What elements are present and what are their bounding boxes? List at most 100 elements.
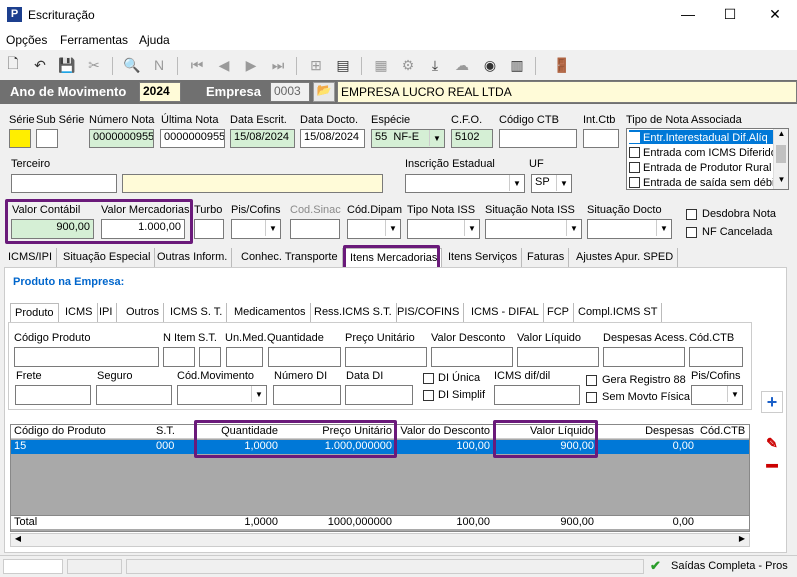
folder-icon[interactable]: 📂 [313, 82, 335, 102]
tab-ajustes-sped[interactable]: Ajustes Apur. SPED [572, 248, 679, 268]
chevron-down-icon[interactable]: ▼ [265, 220, 280, 236]
tipo-nota-option[interactable]: Entrada com ICMS Diferido [629, 145, 773, 159]
valor-contabil-field[interactable]: 900,00 [11, 219, 94, 239]
col-codigo-produto[interactable]: Código do Produto [11, 425, 153, 439]
gear-icon[interactable]: ⚙ [398, 55, 418, 75]
cloud-icon[interactable]: ☁ [452, 55, 472, 75]
serie-field[interactable] [9, 129, 31, 148]
tipo-iss-combo[interactable]: ▼ [407, 219, 480, 239]
diunica-checkbox[interactable] [423, 373, 434, 384]
scroll-right-icon[interactable]: ▶ [735, 534, 749, 546]
col-valor-desconto[interactable]: Valor do Desconto [395, 425, 493, 439]
tipo-nota-list[interactable]: Entr.Interestadual Dif.Alíq Entrada com … [626, 128, 789, 190]
col-cod-ctb[interactable]: Cód.CTB [697, 425, 749, 439]
edit-icon[interactable]: ✎ [761, 432, 783, 454]
cancelada-checkbox[interactable] [686, 227, 697, 238]
delete-icon[interactable]: ✂ [84, 55, 104, 75]
st-field[interactable] [199, 347, 221, 367]
icmsdif-field[interactable] [494, 385, 580, 405]
chevron-down-icon[interactable]: ▼ [727, 386, 742, 402]
menu-ferramentas[interactable]: Ferramentas [60, 33, 128, 47]
chevron-down-icon[interactable]: ▼ [509, 175, 524, 191]
subtab-fcp[interactable]: FCP [543, 303, 574, 323]
subtab-ipi[interactable]: IPI [95, 303, 118, 323]
menu-ajuda[interactable]: Ajuda [139, 33, 170, 47]
search-icon[interactable]: 🔍 [122, 55, 142, 75]
cod-sinac-field[interactable] [290, 219, 340, 239]
preco-field[interactable] [345, 347, 427, 367]
save-icon[interactable]: 💾 [57, 55, 77, 75]
subtab-ress-icms-st[interactable]: Ress.ICMS S.T. [310, 303, 397, 323]
sit-docto-combo[interactable]: ▼ [587, 219, 672, 239]
cod-dipam-combo[interactable]: ▼ [347, 219, 401, 239]
tipo-nota-option[interactable]: Entr.Interestadual Dif.Alíq [629, 130, 773, 144]
remove-icon[interactable]: ━ [761, 455, 783, 477]
tree-icon[interactable]: ⊞ [306, 55, 326, 75]
subtab-icms-st[interactable]: ICMS S. T. [166, 303, 228, 323]
pis-cofins-combo[interactable]: ▼ [231, 219, 281, 239]
ultima-nota-field[interactable]: 0000000955 [160, 129, 225, 148]
report-icon[interactable]: ▤ [333, 55, 353, 75]
codigo-ctb-field[interactable] [499, 129, 577, 148]
tab-situacao-especial[interactable]: Situação Especial [59, 248, 156, 268]
data-docto-field[interactable]: 15/08/2024 [300, 129, 365, 148]
frete-field[interactable] [15, 385, 91, 405]
subtab-medicamentos[interactable]: Medicamentos [230, 303, 311, 323]
next-record-icon[interactable]: ▶ [241, 55, 261, 75]
data-escrit-field[interactable]: 15/08/2024 [230, 129, 295, 148]
ctb-icon[interactable]: ◉ [480, 55, 500, 75]
tab-faturas[interactable]: Faturas [523, 248, 570, 268]
col-despesas[interactable]: Despesas [597, 425, 697, 439]
terceiro-code-field[interactable] [11, 174, 117, 193]
codctb-field[interactable] [689, 347, 743, 367]
building-icon[interactable]: ▦ [371, 55, 391, 75]
int-ctb-field[interactable] [583, 129, 619, 148]
chevron-down-icon[interactable]: ▼ [251, 386, 266, 402]
subtab-icms[interactable]: ICMS [61, 303, 98, 323]
col-st[interactable]: S.T. [153, 425, 195, 439]
gera-checkbox[interactable] [586, 375, 597, 386]
codigo-produto-field[interactable] [14, 347, 159, 367]
previous-record-icon[interactable]: ◀ [214, 55, 234, 75]
chevron-down-icon[interactable]: ▼ [464, 220, 479, 236]
new-doc-icon[interactable]: 🗋 [3, 55, 23, 75]
horizontal-scrollbar[interactable]: ◀ ▶ [10, 533, 750, 547]
add-icon[interactable]: + [761, 391, 783, 413]
semmovto-checkbox[interactable] [586, 392, 597, 403]
undo-icon[interactable]: ↶ [30, 55, 50, 75]
quantidade-field[interactable] [268, 347, 341, 367]
especie-combo[interactable]: 55 NF-E ▼ [371, 129, 445, 148]
tab-outras-inform[interactable]: Outras Inform. [153, 248, 233, 268]
sit-iss-combo[interactable]: ▼ [485, 219, 582, 239]
menu-opcoes[interactable]: Opções [6, 33, 47, 47]
desconto-field[interactable] [431, 347, 513, 367]
valor-merc-field[interactable]: 1.000,00 [101, 219, 185, 239]
disimplif-checkbox[interactable] [423, 390, 434, 401]
scrollbar[interactable]: ▲ ▼ [773, 129, 788, 189]
liquido-field[interactable] [517, 347, 599, 367]
exit-icon[interactable]: 🚪 [552, 55, 572, 75]
piscofins-prod-combo[interactable]: ▼ [691, 385, 743, 405]
subtab-icms-difal[interactable]: ICMS - DIFAL [467, 303, 544, 323]
chevron-down-icon[interactable]: ▼ [556, 175, 571, 191]
chevron-down-icon[interactable]: ▼ [566, 220, 581, 236]
ano-field[interactable]: 2024 [139, 82, 181, 102]
scroll-down-icon[interactable]: ▼ [774, 175, 789, 189]
numero-nota-field[interactable]: 0000000955 [89, 129, 154, 148]
scroll-up-icon[interactable]: ▲ [774, 129, 789, 143]
tab-itens-servicos[interactable]: Itens Serviços [444, 248, 523, 268]
subtab-outros[interactable]: Outros [122, 303, 165, 323]
subtab-produto[interactable]: Produto [10, 303, 59, 323]
desdobra-checkbox[interactable] [686, 209, 697, 220]
chevron-down-icon[interactable]: ▼ [656, 220, 671, 236]
subtab-compl-icms-st[interactable]: Compl.ICMS ST [574, 303, 663, 323]
tipo-nota-option[interactable]: Entrada de saída sem débi [629, 175, 773, 189]
maximize-button[interactable]: ☐ [720, 4, 740, 24]
scroll-left-icon[interactable]: ◀ [11, 534, 25, 546]
chevron-down-icon[interactable]: ▼ [385, 220, 400, 236]
last-record-icon[interactable]: ⏭ [268, 55, 288, 75]
download-icon[interactable]: ⤓ [425, 55, 445, 75]
nfe-icon[interactable]: N [149, 55, 169, 75]
cfo-field[interactable]: 5102 [451, 129, 493, 148]
seguro-field[interactable] [96, 385, 172, 405]
